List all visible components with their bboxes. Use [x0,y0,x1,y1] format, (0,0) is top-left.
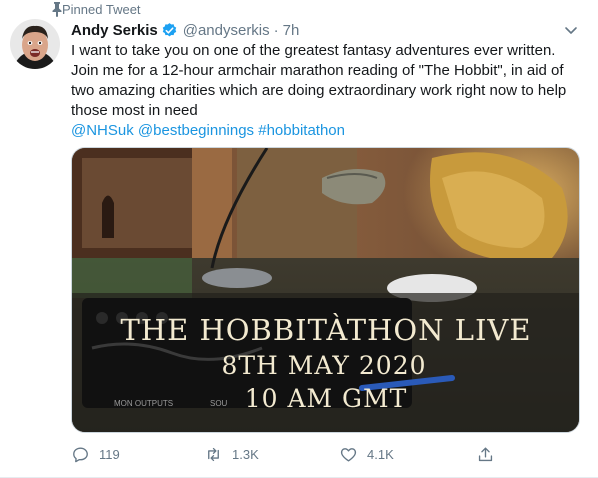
reply-button[interactable]: 119 [71,445,120,464]
reply-icon [73,446,88,462]
pinned-indicator: Pinned Tweet [36,0,141,18]
like-count: 4.1K [367,446,394,462]
author-handle[interactable]: @andyserkis [183,22,270,39]
pin-icon [52,2,62,17]
image-title-line-2: 8TH MAY 2020 [221,351,426,380]
tweet-card[interactable]: Pinned Tweet Andy Serkis @andyserkis · 7… [0,0,598,478]
mention-link-bestbeginnings[interactable]: @bestbeginnings [138,122,254,139]
tweet-text: I want to take you on one of the greates… [71,41,586,141]
retweet-icon [208,447,219,461]
separator-dot: · [273,21,279,39]
pinned-label: Pinned Tweet [62,1,141,17]
avatar[interactable] [10,19,60,69]
tweet-timestamp[interactable]: 7h [283,22,300,39]
tweet-header: Andy Serkis @andyserkis · 7h [71,20,299,40]
reply-count: 119 [99,446,120,462]
share-icon [478,446,493,461]
caret-down-icon[interactable] [563,22,579,38]
device-label-sou: SOU [210,399,228,408]
tweet-image[interactable]: MON OUTPUTS SOU THE HOBBITÀTHON LIVE 8TH… [71,147,580,433]
verified-badge-icon [162,22,176,36]
share-button[interactable] [476,445,504,464]
image-title-line-1: THE HOBBITÀTHON LIVE [120,312,531,347]
retweet-button[interactable]: 1.3K [204,445,259,464]
tweet-body: I want to take you on one of the greates… [71,42,567,119]
like-icon [340,447,357,462]
retweet-count: 1.3K [232,446,259,462]
device-label-outputs: MON OUTPUTS [114,399,173,408]
hashtag-link-hobbitathon[interactable]: #hobbitathon [258,122,345,139]
tweet-links: @NHSuk @bestbeginnings #hobbitathon [71,121,586,141]
author-name[interactable]: Andy Serkis [71,22,158,39]
mention-link-nhsuk[interactable]: @NHSuk [71,122,134,139]
like-button[interactable]: 4.1K [339,445,394,464]
tweet-actions: 119 1.3K 4.1K [71,440,511,468]
image-title-line-3: 10 AM GMT [245,384,408,413]
